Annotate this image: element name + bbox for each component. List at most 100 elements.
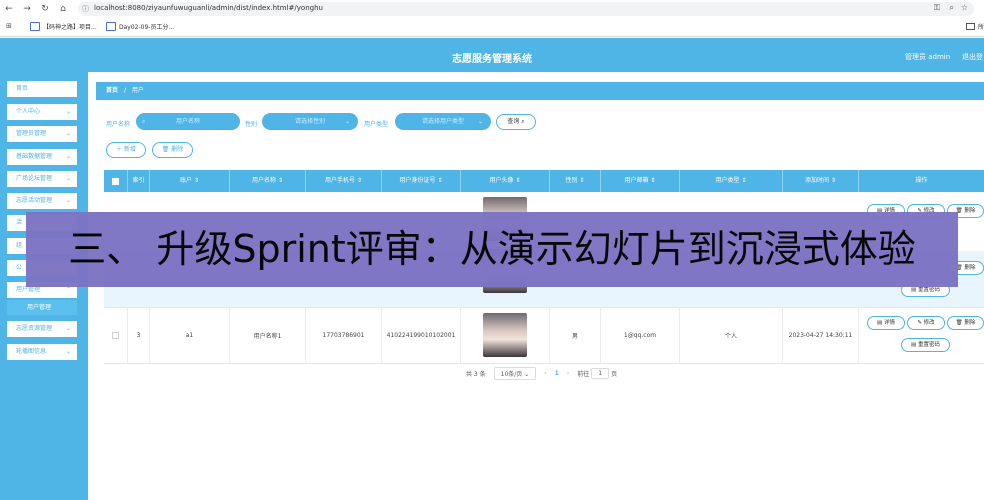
column-header-account[interactable]: 账户 ⇕ (150, 170, 230, 192)
edit-button[interactable]: ✎ 修改 (907, 316, 945, 330)
add-button[interactable]: ＋ 新增 (106, 142, 146, 158)
sort-icon: ⇕ (579, 177, 585, 184)
page-unit-label: 页 (611, 371, 618, 378)
bookmark-folder[interactable]: 所 (966, 22, 984, 31)
sidebar-item-home[interactable]: 首页 (7, 81, 77, 97)
forward-icon[interactable]: → (22, 4, 32, 14)
type-select[interactable]: 请选择用户类型 ⌄ (395, 113, 491, 130)
name-search-input[interactable]: ⌕ 用户名称 (136, 113, 240, 130)
detail-button[interactable]: ▤ 详情 (867, 316, 905, 330)
column-header-id-card[interactable]: 用户身份证号 ⇕ (382, 170, 461, 192)
document-icon: ▤ (911, 342, 917, 348)
cell-added: 2023-04-27 14:30:11 (783, 307, 859, 363)
name-filter-label: 用户名称 (106, 121, 131, 128)
add-button-label: 新增 (123, 146, 136, 153)
sort-icon: ⇕ (437, 177, 443, 184)
gender-filter-label: 性别 (245, 121, 258, 128)
sort-icon: ⇕ (515, 177, 521, 184)
sort-icon: ⇕ (193, 177, 199, 184)
detail-label: 详情 (883, 320, 895, 326)
sidebar-item-admins[interactable]: 管理员管理 ⌄ (7, 126, 77, 142)
sidebar-item-label: 组 (16, 242, 23, 249)
column-header-label: 用户名称 (252, 177, 277, 184)
bookmark-1[interactable]: 【码神之路】项目... (30, 22, 97, 31)
sidebar-item-label: 志愿资源管理 (16, 325, 53, 332)
chevron-down-icon: ⌄ (65, 153, 71, 160)
search-icon: ⌕ (521, 118, 525, 125)
sidebar-item-profile[interactable]: 个人中心 ⌄ (7, 104, 77, 120)
star-icon[interactable]: ☆ (961, 3, 968, 12)
delete-button[interactable]: 🗑 删除 (152, 142, 193, 158)
select-all-checkbox[interactable] (104, 170, 128, 192)
column-header-added[interactable]: 添加时间 ⇕ (783, 170, 859, 192)
next-page-icon[interactable]: › (567, 370, 569, 377)
column-header-label: 账户 (180, 177, 193, 184)
cell-index: 3 (128, 307, 150, 363)
column-header-phone[interactable]: 用户手机号 ⇕ (306, 170, 382, 192)
address-bar[interactable]: ⓘ localhost:8080/ziyaunfuwuguanli/admin/… (78, 2, 974, 16)
bookmark-icon (30, 22, 40, 31)
banner-text: 三、 升级Sprint评审：从演示幻灯片到沉浸式体验 (68, 227, 916, 271)
sidebar-item-label: 首页 (16, 85, 29, 92)
column-header-label: 用户头像 (489, 177, 514, 184)
zoom-icon[interactable]: ⌕ (950, 3, 954, 13)
sidebar-item-label: 广场论坛管理 (16, 175, 53, 182)
breadcrumb: 首页 / 用户 (96, 82, 984, 100)
column-header-email[interactable]: 用户邮箱 ⇕ (601, 170, 680, 192)
column-header-label: 添加时间 (805, 177, 830, 184)
row-delete-label: 删除 (964, 265, 976, 271)
sidebar-item-label: 轮播图信息 (16, 348, 47, 355)
cell-actions: ▤ 详情 ✎ 修改 🗑 删除 ▤ 重置密码 (859, 307, 984, 363)
sidebar-item-label: 志愿活动管理 (16, 197, 53, 204)
reset-password-button[interactable]: ▤ 重置密码 (901, 338, 950, 352)
table-header: 索引 账户 ⇕ 用户名称 ⇕ 用户手机号 ⇕ 用户身份证号 ⇕ 用户头像 ⇕ 性… (104, 170, 984, 192)
chevron-down-icon: ⌄ (524, 371, 530, 378)
row-delete-label: 删除 (964, 320, 976, 326)
column-header-label: 用户手机号 (325, 177, 356, 184)
folder-icon (966, 23, 975, 30)
back-icon[interactable]: ← (4, 4, 14, 14)
apps-icon[interactable]: ⊞ (6, 22, 12, 30)
sidebar-item-activities[interactable]: 志愿活动管理 ⌄ (7, 193, 77, 209)
column-header-label: 用户类型 (715, 177, 740, 184)
sidebar-item-base-data[interactable]: 基础数据管理 ⌄ (7, 149, 77, 165)
sort-icon: ⇕ (277, 177, 283, 184)
page-size-label: 10条/页 (500, 371, 523, 378)
document-icon: ▤ (911, 287, 917, 293)
column-header-gender[interactable]: 性别 ⇕ (550, 170, 601, 192)
avatar-image[interactable] (483, 313, 527, 357)
checkbox-box (112, 177, 119, 185)
sidebar-item-resources[interactable]: 志愿资源管理 ⌄ (7, 321, 77, 337)
key-icon[interactable]: ⚿ (934, 3, 940, 13)
doc-icon: ▤ (877, 320, 883, 326)
column-header-name[interactable]: 用户名称 ⇕ (230, 170, 306, 192)
cell-gender: 男 (550, 307, 601, 363)
trash-icon: 🗑 (161, 146, 170, 153)
prev-page-icon[interactable]: ‹ (544, 370, 546, 377)
url-text: localhost:8080/ziyaunfuwuguanli/admin/di… (94, 4, 323, 12)
goto-input[interactable]: 1 (591, 368, 610, 379)
row-delete-button[interactable]: 🗑 删除 (947, 316, 984, 330)
sidebar-item-forum[interactable]: 广场论坛管理 ⌄ (7, 171, 77, 187)
reload-icon[interactable]: ↻ (40, 4, 50, 14)
chevron-down-icon: ⌄ (65, 108, 71, 115)
search-button[interactable]: 查询 ⌕ (496, 114, 536, 130)
pencil-icon: ✎ (917, 320, 922, 326)
current-page[interactable]: 1 (555, 370, 559, 377)
goto-label: 前往 (577, 371, 590, 378)
info-icon[interactable]: ⓘ (82, 4, 89, 14)
page-size-select[interactable]: 10条/页 ⌄ (493, 367, 537, 380)
home-icon[interactable]: ⌂ (58, 4, 68, 14)
row-checkbox[interactable] (104, 307, 128, 363)
sidebar-item-carousel[interactable]: 轮播图信息 ⌄ (7, 344, 77, 360)
bookmark-2[interactable]: Day02-09-员工分... (106, 22, 174, 31)
sort-icon: ⇕ (650, 177, 656, 184)
sidebar-subitem-users[interactable]: 用户管理 (7, 300, 77, 315)
column-header-avatar[interactable]: 用户头像 ⇕ (461, 170, 550, 192)
column-header-type[interactable]: 用户类型 ⇕ (680, 170, 783, 192)
breadcrumb-home[interactable]: 首页 (106, 87, 118, 94)
gender-select[interactable]: 请选择性别 ⌄ (262, 113, 358, 130)
checkbox-box (112, 331, 119, 339)
cell-phone: 17703786901 (306, 307, 382, 363)
logout-link[interactable]: 退出登 (962, 52, 983, 62)
